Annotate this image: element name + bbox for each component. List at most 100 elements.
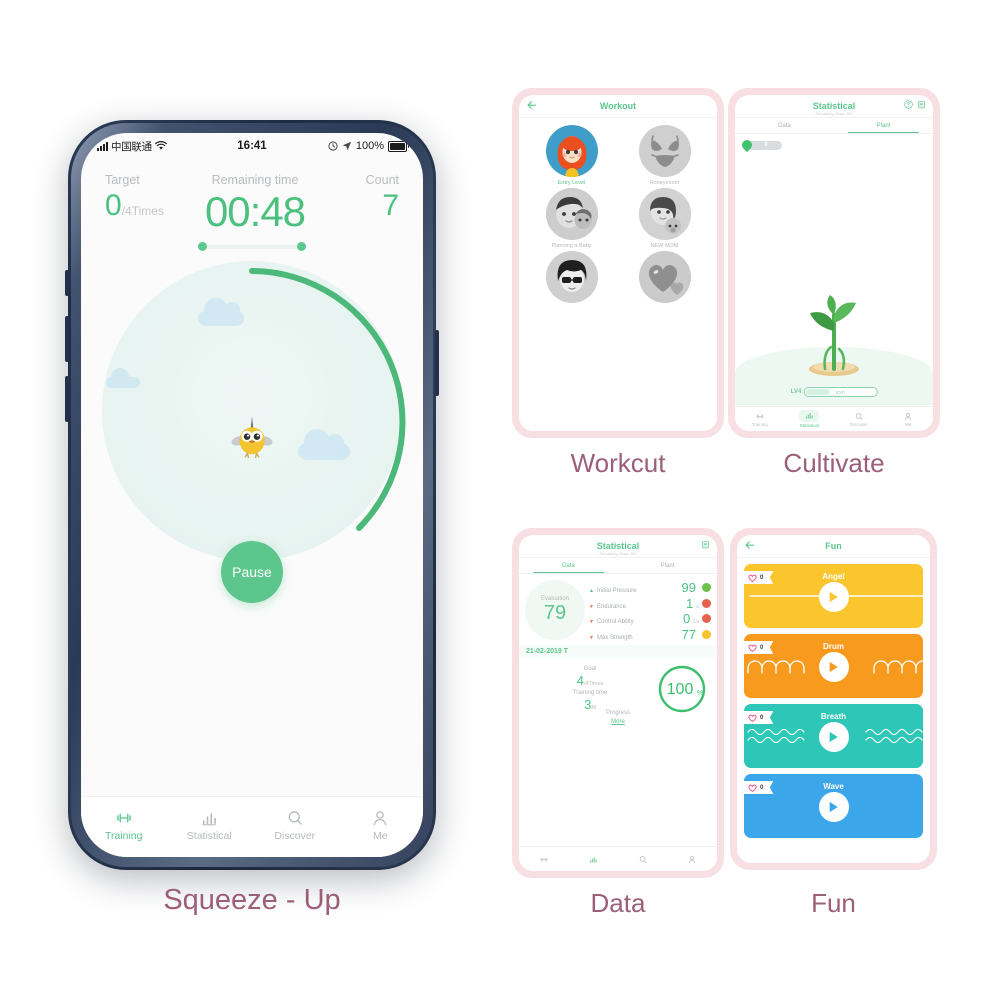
location-arrow-icon [342,141,352,151]
mini-tab-me[interactable]: Me [884,407,934,431]
cultivate-phone: Statistical Remaining Days 100 Data Plan… [728,88,940,438]
tab-statistical[interactable]: Statistical [167,809,253,842]
alarm-icon [328,141,338,151]
mini-tab-me[interactable] [668,847,718,871]
progress-ring-wrap: 100 % [654,663,710,715]
help-circle-icon[interactable] [904,100,913,109]
caption-data: Data [590,888,646,918]
search-icon [639,855,647,863]
workout-item-label: Honeymoon [649,180,680,186]
back-arrow-icon[interactable] [745,541,755,550]
water-counter[interactable]: 0 [739,137,933,153]
person-icon [689,855,696,863]
workout-item-new-mom[interactable]: NEW MOM [618,188,711,249]
tab-plant[interactable]: Plant [834,118,933,134]
pause-button[interactable]: Pause [221,541,283,603]
tab-training[interactable]: Training [81,809,167,842]
fun-card-wave[interactable]: 0 Wave [744,774,923,838]
data-subtitle: Remaining Days 100 [599,551,637,556]
stat-row: ▼ Endurance 1 s [589,597,711,610]
sunglasses-avatar [545,251,598,303]
workout-item-honeymoon[interactable]: Honeymoon [618,125,711,186]
fun-phone: Fun 0 Angel 0 Drum 0 Breath 0 Wave [730,528,937,870]
mini-tab-discover[interactable] [618,847,668,871]
fun-card-breath[interactable]: 0 Breath [744,704,923,768]
back-arrow-icon[interactable] [527,101,537,110]
play-button[interactable] [818,722,849,753]
tab-me-label: Me [372,829,388,842]
fun-card-list: 0 Angel 0 Drum 0 Breath 0 Wave [737,558,930,844]
fun-card-angel[interactable]: 0 Angel [744,564,923,628]
progress-value: 100 [667,681,694,698]
stat-list: ▲ Initial Pressure 99 ▼ Endurance 1 s ▼ … [589,579,711,641]
fun-card-title: Drum [823,642,844,651]
data-header-icons [701,540,710,549]
stat-row: ▼ Control Ability 0 Lv [589,612,711,625]
target-label: Target [105,173,140,187]
face-neutral-icon [702,629,711,639]
play-button[interactable] [818,582,849,613]
evaluation-row: Evaluation 79 ▲ Initial Pressure 99 ▼ En… [519,574,717,645]
workout-item-entry-level[interactable]: Entry Level [525,125,618,186]
trend-down-icon: ▼ [589,603,594,610]
training-time-value-wrap: 3M [526,698,654,712]
workout-item-6[interactable] [618,251,711,306]
dumbbell-icon [540,856,548,862]
screenshot-root: 中国联通 16:41 100% Target 0/4Times Remainin… [0,0,1000,1000]
data-title: Statistical [596,541,640,551]
count-metric: Count 7 [325,173,399,221]
phone-button-mute[interactable] [65,270,69,296]
workout-item-label: NEW MOM [650,243,679,249]
battery-percent-label: 100% [355,140,384,152]
phone-button-volume-down[interactable] [65,376,69,422]
tab-plant[interactable]: Plant [618,558,717,573]
calendar-icon[interactable] [701,540,710,549]
fun-header: Fun [737,535,930,558]
calendar-icon[interactable] [917,100,926,109]
person-icon [373,810,387,825]
workout-item-5[interactable] [525,251,618,306]
tab-discover[interactable]: Discover [252,809,338,842]
status-bar: 中国联通 16:41 100% [81,133,423,159]
tab-data[interactable]: Data [519,558,618,574]
mini-tab-training[interactable] [519,847,569,871]
battery-icon [388,140,409,152]
workout-phone: Workout Entry Level Honeymoon Planning a… [512,88,724,438]
workout-item-label: Planning a Baby [551,243,592,249]
trend-up-icon: ▲ [589,588,594,594]
search-icon [855,412,863,420]
tab-data[interactable]: Data [735,118,834,133]
fun-card-drum[interactable]: 0 Drum [744,634,923,698]
mini-tab-discover[interactable]: Discover [834,407,884,431]
mini-tab-statistical[interactable]: Statistical [785,407,835,431]
goal-card: Goal 4/4Times Training time 3M 100 % [519,658,717,718]
play-button[interactable] [818,652,849,683]
phone-button-volume-up[interactable] [65,316,69,362]
cultivate-screen: Statistical Remaining Days 100 Data Plan… [735,95,933,431]
workout-grid: Entry Level Honeymoon Planning a Baby NE… [519,118,717,306]
mini-tab-statistical[interactable] [569,847,619,871]
cultivate-tabs: Data Plant [735,118,933,134]
goal-metrics: Goal 4/4Times Training time 3M [526,666,654,711]
tab-me[interactable]: Me [338,809,424,842]
stat-unit: Lv [693,619,699,625]
fun-title: Fun [825,541,842,551]
evaluation-score: Evaluation 79 [525,579,585,640]
workout-item-planning-baby[interactable]: Planning a Baby [525,188,618,249]
main-phone-screen: 中国联通 16:41 100% Target 0/4Times Remainin… [81,133,423,857]
dumbbell-icon [117,813,131,822]
data-tabs: Data Plant [519,558,717,574]
exp-label: EXP [835,389,845,395]
target-metric: Target 0/4Times [105,173,185,221]
fun-screen: Fun 0 Angel 0 Drum 0 Breath 0 Wave [737,535,930,863]
trend-down-icon: ▼ [589,619,594,625]
phone-button-power[interactable] [435,330,439,396]
goal-label: Goal [583,666,597,672]
workout-title: Workout [599,101,637,111]
mini-tab-training[interactable]: Training [735,407,785,431]
mini-tab-label: Training [751,421,768,427]
play-button[interactable] [818,792,849,823]
face-sad-icon [702,598,711,608]
more-link[interactable]: More [519,716,717,725]
workout-screen: Workout Entry Level Honeymoon Planning a… [519,95,717,431]
